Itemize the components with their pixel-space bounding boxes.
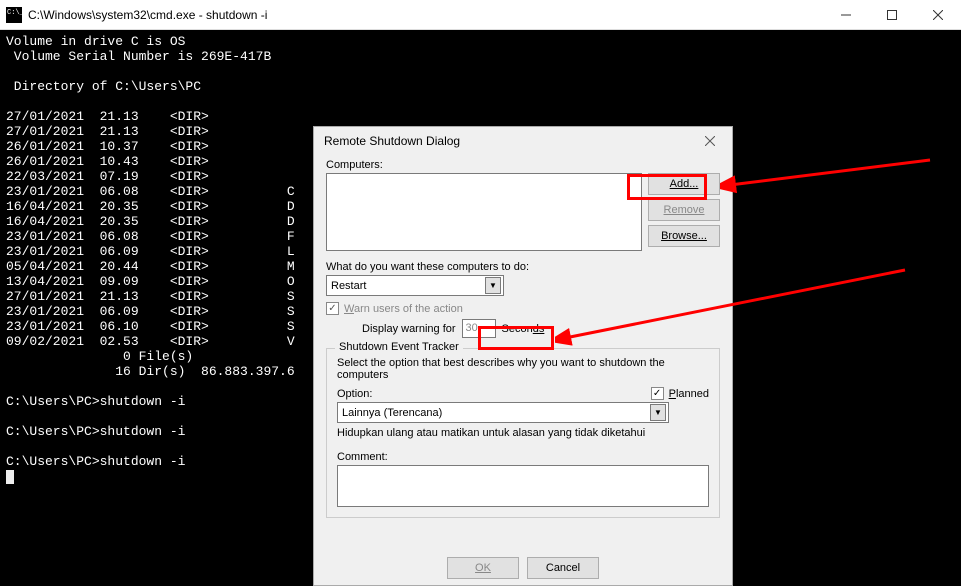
add-button[interactable]: Add... [648,173,720,195]
remote-shutdown-dialog: Remote Shutdown Dialog Computers: Add...… [313,126,733,586]
maximize-button[interactable] [869,0,915,30]
planned-checkbox[interactable]: ✓ Planned [651,387,709,400]
action-label: What do you want these computers to do: [326,261,720,273]
cursor-block [6,470,14,484]
comment-label: Comment: [337,451,709,463]
warn-users-checkbox: ✓ Warn users of the action [326,302,463,315]
computers-label: Computers: [326,159,720,171]
checkbox-icon: ✓ [651,387,664,400]
display-warning-label: Display warning for [362,323,456,335]
seconds-label: Seconds [502,323,545,335]
browse-button[interactable]: Browse... [648,225,720,247]
tracker-legend: Shutdown Event Tracker [335,341,463,353]
close-button[interactable] [915,0,961,30]
dialog-close-button[interactable] [696,131,724,151]
tracker-description: Select the option that best describes wh… [337,357,709,381]
cancel-button[interactable]: Cancel [527,557,599,579]
option-description: Hidupkan ulang atau matikan untuk alasan… [337,427,709,439]
checkbox-icon: ✓ [326,302,339,315]
remove-button[interactable]: Remove [648,199,720,221]
ok-button[interactable]: OK [447,557,519,579]
chevron-down-icon: ▼ [650,404,666,421]
cmd-icon [6,7,22,23]
window-title: C:\Windows\system32\cmd.exe - shutdown -… [28,8,267,22]
option-select[interactable]: Lainnya (Terencana) ▼ [337,402,669,423]
option-label: Option: [337,388,372,400]
shutdown-event-tracker-group: Shutdown Event Tracker Select the option… [326,348,720,518]
computers-listbox[interactable] [326,173,642,251]
chevron-down-icon: ▼ [485,277,501,294]
app-titlebar: C:\Windows\system32\cmd.exe - shutdown -… [0,0,961,30]
seconds-field[interactable]: 30 [462,319,496,338]
minimize-button[interactable] [823,0,869,30]
dialog-titlebar[interactable]: Remote Shutdown Dialog [314,127,732,155]
comment-textarea[interactable] [337,465,709,507]
dialog-title: Remote Shutdown Dialog [324,134,460,148]
action-select[interactable]: Restart ▼ [326,275,504,296]
